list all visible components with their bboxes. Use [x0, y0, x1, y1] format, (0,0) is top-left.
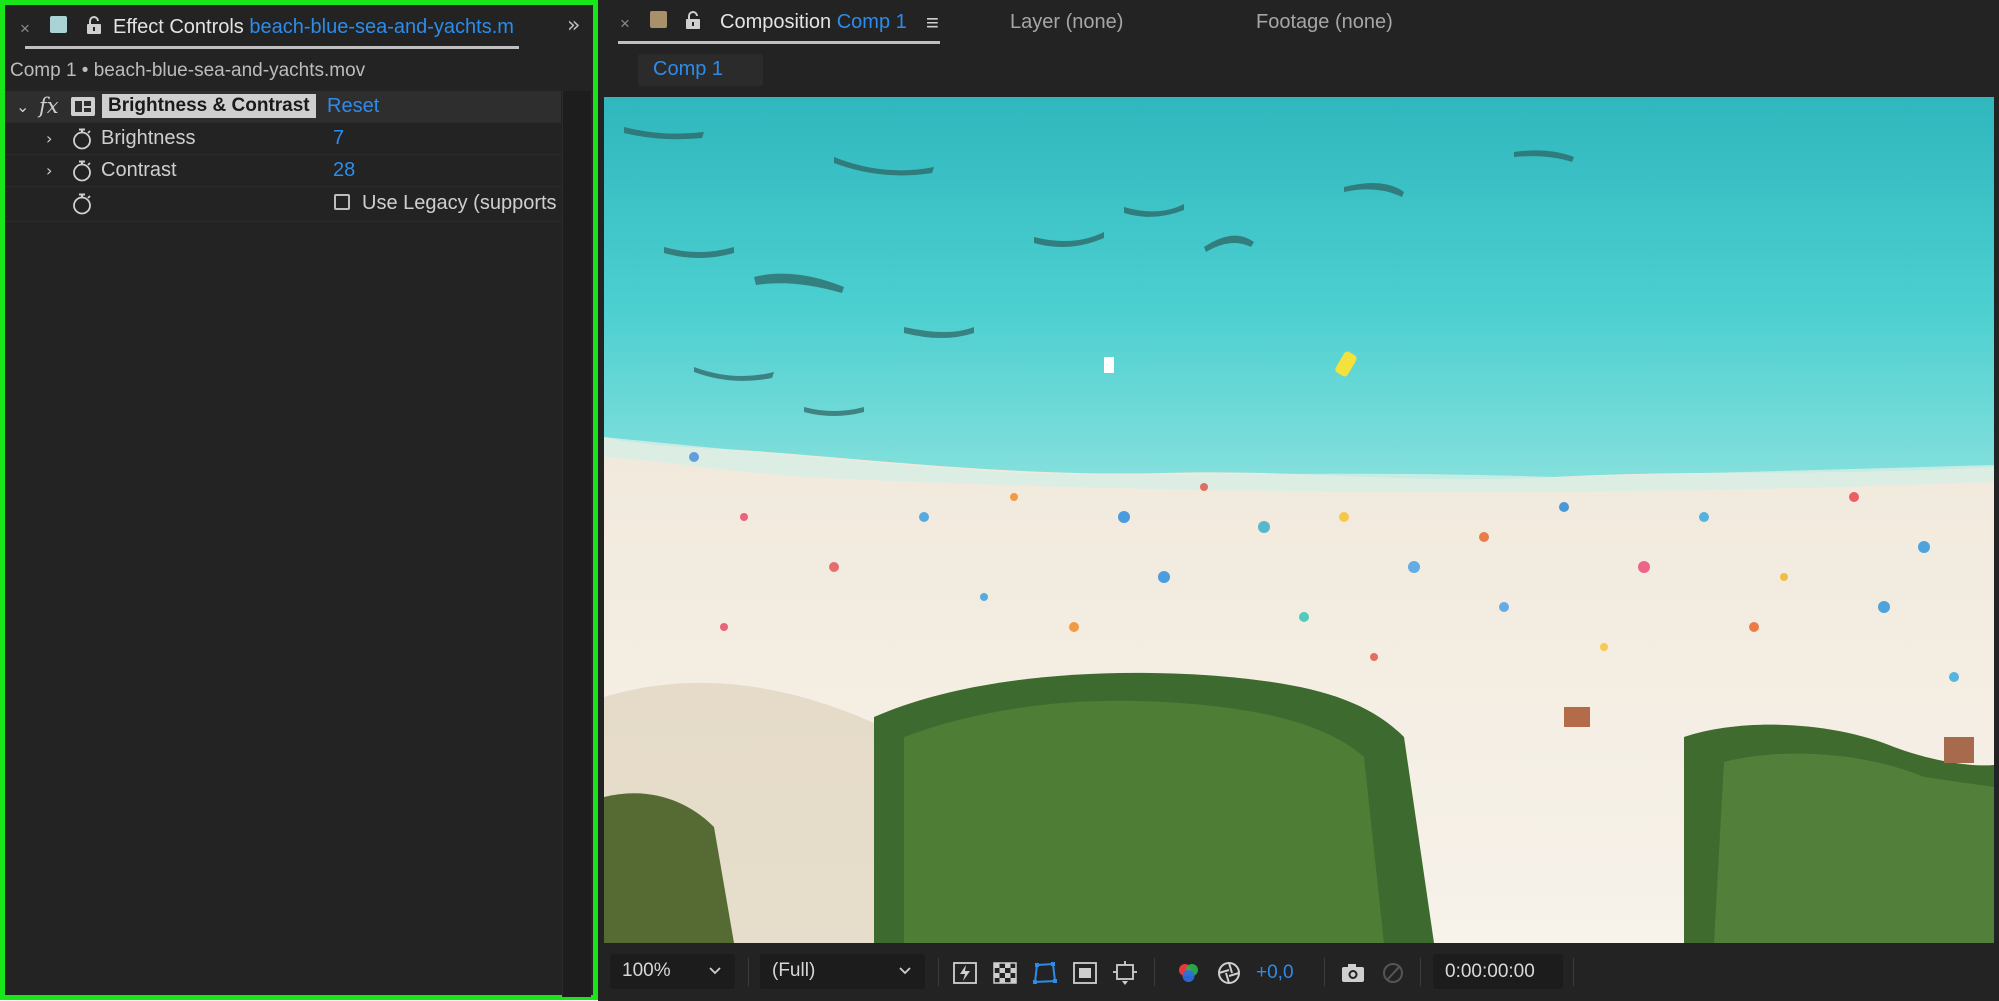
viewer-toolbar: 100% (Full) +0,0 0:00:00:00: [598, 948, 1999, 1000]
use-legacy-label: Use Legacy (supports: [362, 192, 557, 214]
transparency-grid-icon[interactable]: [992, 960, 1018, 986]
composition-tab-comp-name[interactable]: Comp 1: [837, 11, 907, 33]
color-channels-icon[interactable]: [1176, 960, 1202, 986]
layer-tab[interactable]: Layer (none): [1010, 11, 1123, 34]
footage-tab[interactable]: Footage (none): [1256, 11, 1393, 34]
toolbar-separator: [748, 958, 749, 986]
property-row-use-legacy[interactable]: Use Legacy (supports: [5, 187, 561, 222]
comp-navigator-tab[interactable]: Comp 1: [638, 54, 763, 86]
close-tab-icon[interactable]: ×: [20, 19, 30, 39]
composition-panel: × Composition Comp 1 ≡ Layer (none) Foot…: [598, 0, 1999, 1001]
effect-name[interactable]: Brightness & Contrast: [102, 94, 316, 118]
contrast-value[interactable]: 28: [333, 159, 355, 182]
stopwatch-icon[interactable]: [71, 193, 93, 215]
effect-controls-title[interactable]: Effect Controls beach-blue-sea-and-yacht…: [113, 16, 514, 39]
panel-overflow-icon[interactable]: »: [567, 13, 581, 38]
use-legacy-checkbox[interactable]: [334, 194, 350, 210]
composition-viewer[interactable]: [604, 97, 1994, 943]
composition-tab[interactable]: Composition Comp 1: [720, 11, 907, 34]
panel-menu-icon[interactable]: ≡: [926, 10, 939, 36]
reset-link[interactable]: Reset: [327, 95, 379, 118]
current-time-display[interactable]: 0:00:00:00: [1433, 954, 1563, 989]
exposure-aperture-icon[interactable]: [1216, 960, 1242, 986]
label-color-swatch[interactable]: [50, 16, 67, 33]
region-of-interest-icon[interactable]: [1072, 960, 1098, 986]
chevron-down-icon: [899, 967, 911, 975]
close-tab-icon[interactable]: ×: [620, 14, 630, 34]
brightness-label: Brightness: [101, 127, 196, 149]
camera-snapshot-icon[interactable]: [1340, 960, 1366, 986]
toolbar-separator: [1573, 958, 1574, 986]
brightness-value[interactable]: 7: [333, 127, 344, 150]
toolbar-separator: [1154, 958, 1155, 986]
effect-controls-panel: × Effect Controls beach-blue-sea-and-yac…: [0, 0, 598, 1000]
exposure-value[interactable]: +0,0: [1256, 962, 1294, 984]
vertical-scrollbar[interactable]: [562, 91, 591, 997]
resolution-dropdown[interactable]: (Full): [760, 954, 925, 989]
effect-preset-icon[interactable]: [71, 97, 95, 116]
effect-list: ⌄ fx Brightness & Contrast Reset › Brigh…: [5, 91, 561, 991]
active-tab-underline: [25, 46, 519, 49]
mask-path-visibility-icon[interactable]: [1032, 960, 1058, 986]
grid-guides-icon[interactable]: [1112, 960, 1138, 986]
chevron-down-icon: [709, 967, 721, 975]
fx-toggle-icon[interactable]: fx: [39, 94, 59, 118]
effect-controls-tab[interactable]: × Effect Controls beach-blue-sea-and-yac…: [5, 5, 593, 49]
stopwatch-icon[interactable]: [71, 128, 93, 150]
lock-icon[interactable]: [85, 15, 103, 35]
contrast-label: Contrast: [101, 159, 177, 181]
after-effects-window: × Effect Controls beach-blue-sea-and-yac…: [0, 0, 1999, 1001]
effect-controls-layer-name[interactable]: beach-blue-sea-and-yachts.m: [249, 16, 514, 38]
effect-header-row[interactable]: ⌄ fx Brightness & Contrast Reset: [5, 91, 561, 123]
show-snapshot-icon[interactable]: [1380, 960, 1406, 986]
lock-icon[interactable]: [684, 10, 702, 30]
collapse-chevron-icon[interactable]: ⌄: [16, 97, 29, 116]
beach-aerial-frame: [604, 97, 1994, 943]
magnification-dropdown[interactable]: 100%: [610, 954, 735, 989]
fast-previews-icon[interactable]: [952, 960, 978, 986]
stopwatch-icon[interactable]: [71, 160, 93, 182]
property-row-contrast[interactable]: › Contrast 28: [5, 155, 561, 187]
toolbar-separator: [1324, 958, 1325, 986]
effect-controls-subtitle: Comp 1 • beach-blue-sea-and-yachts.mov: [10, 60, 366, 81]
expand-chevron-icon[interactable]: ›: [46, 161, 52, 180]
label-color-swatch[interactable]: [650, 11, 667, 28]
expand-chevron-icon[interactable]: ›: [46, 129, 52, 148]
toolbar-separator: [938, 958, 939, 986]
toolbar-separator: [1420, 958, 1421, 986]
property-row-brightness[interactable]: › Brightness 7: [5, 123, 561, 155]
active-tab-underline: [618, 41, 940, 44]
